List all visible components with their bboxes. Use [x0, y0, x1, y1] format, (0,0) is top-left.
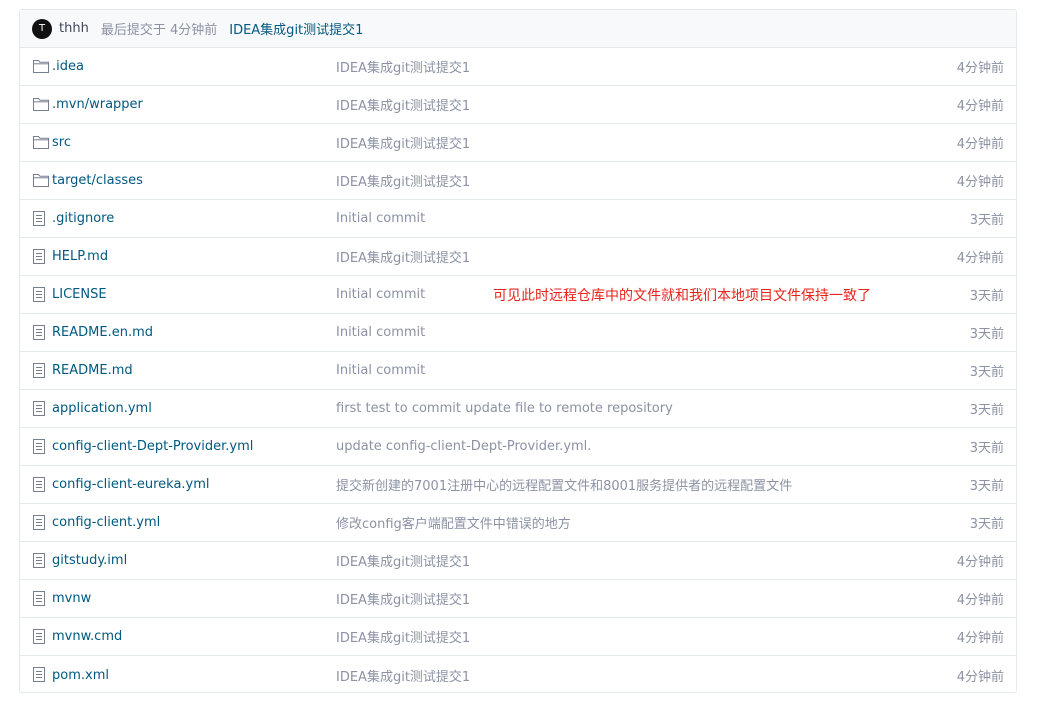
file-name-link[interactable]: pom.xml: [52, 668, 109, 683]
file-row: LICENSE Initial commit 3天前 可见此时远程仓库中的文件就…: [20, 276, 1016, 314]
file-commit-time: 4分钟前: [956, 175, 1004, 190]
file-row: .mvn/wrapper IDEA集成git测试提交1 4分钟前: [20, 86, 1016, 124]
file-name-link[interactable]: config-client.yml: [52, 515, 160, 530]
file-row: HELP.md IDEA集成git测试提交1 4分钟前: [20, 238, 1016, 276]
file-row: pom.xml IDEA集成git测试提交1 4分钟前: [20, 656, 1016, 694]
latest-commit-header: T thhh 最后提交于 4分钟前 IDEA集成git测试提交1: [20, 10, 1016, 48]
file-icon: [33, 325, 47, 340]
file-row: application.yml first test to commit upd…: [20, 390, 1016, 428]
file-name-link[interactable]: .idea: [52, 59, 84, 74]
file-commit-message[interactable]: Initial commit: [336, 287, 425, 302]
file-commit-message[interactable]: IDEA集成git测试提交1: [336, 551, 470, 570]
file-commit-time: 4分钟前: [956, 61, 1004, 76]
file-icon: [33, 477, 47, 492]
file-icon: [33, 249, 47, 264]
file-row: README.en.md Initial commit 3天前: [20, 314, 1016, 352]
file-commit-time: 4分钟前: [956, 669, 1004, 685]
file-name-link[interactable]: README.md: [52, 363, 133, 378]
file-name-link[interactable]: gitstudy.iml: [52, 553, 127, 568]
file-commit-message[interactable]: IDEA集成git测试提交1: [336, 247, 470, 266]
file-row: .gitignore Initial commit 3天前: [20, 200, 1016, 238]
file-commit-time: 3天前: [969, 403, 1004, 418]
file-icon: [33, 629, 47, 644]
file-name-link[interactable]: .mvn/wrapper: [52, 97, 143, 112]
folder-icon: [33, 59, 49, 74]
file-commit-time: 4分钟前: [956, 99, 1004, 114]
file-commit-message[interactable]: Initial commit: [336, 363, 425, 378]
file-row: README.md Initial commit 3天前: [20, 352, 1016, 390]
file-name-link[interactable]: mvnw.cmd: [52, 629, 122, 644]
file-commit-message[interactable]: 提交新创建的7001注册中心的远程配置文件和8001服务提供者的远程配置文件: [336, 475, 792, 494]
file-commit-message[interactable]: Initial commit: [336, 325, 425, 340]
file-name-link[interactable]: config-client-Dept-Provider.yml: [52, 439, 253, 454]
file-commit-message[interactable]: IDEA集成git测试提交1: [336, 171, 470, 190]
file-commit-time: 4分钟前: [956, 137, 1004, 152]
file-icon: [33, 363, 47, 378]
folder-icon: [33, 173, 49, 188]
latest-commit-message[interactable]: IDEA集成git测试提交1: [229, 19, 363, 38]
file-commit-message[interactable]: Initial commit: [336, 211, 425, 226]
file-row: src IDEA集成git测试提交1 4分钟前: [20, 124, 1016, 162]
file-icon: [33, 667, 47, 682]
file-name-link[interactable]: config-client-eureka.yml: [52, 477, 210, 492]
file-commit-message[interactable]: IDEA集成git测试提交1: [336, 133, 470, 152]
repository-file-browser: T thhh 最后提交于 4分钟前 IDEA集成git测试提交1 .idea I…: [19, 9, 1017, 693]
folder-icon: [33, 135, 49, 150]
file-list: .idea IDEA集成git测试提交1 4分钟前 .mvn/wrapper I…: [20, 48, 1016, 694]
file-commit-message[interactable]: 修改config客户端配置文件中错误的地方: [336, 513, 571, 532]
file-commit-time: 4分钟前: [956, 631, 1004, 646]
file-icon: [33, 591, 47, 606]
file-row: config-client.yml 修改config客户端配置文件中错误的地方 …: [20, 504, 1016, 542]
file-row: config-client-eureka.yml 提交新创建的7001注册中心的…: [20, 466, 1016, 504]
file-commit-time: 4分钟前: [956, 251, 1004, 266]
file-name-link[interactable]: target/classes: [52, 173, 143, 188]
file-icon: [33, 401, 47, 416]
file-commit-time: 3天前: [969, 289, 1004, 304]
file-row: target/classes IDEA集成git测试提交1 4分钟前: [20, 162, 1016, 200]
file-commit-time: 3天前: [969, 365, 1004, 380]
file-row: config-client-Dept-Provider.yml update c…: [20, 428, 1016, 466]
avatar[interactable]: T: [32, 18, 52, 39]
file-row: gitstudy.iml IDEA集成git测试提交1 4分钟前: [20, 542, 1016, 580]
file-name-link[interactable]: .gitignore: [52, 211, 114, 226]
file-commit-time: 3天前: [969, 517, 1004, 532]
file-commit-message[interactable]: IDEA集成git测试提交1: [336, 95, 470, 114]
file-commit-message[interactable]: IDEA集成git测试提交1: [336, 666, 470, 685]
file-commit-message[interactable]: update config-client-Dept-Provider.yml.: [336, 439, 591, 454]
file-name-link[interactable]: src: [52, 135, 71, 150]
file-name-link[interactable]: HELP.md: [52, 249, 108, 264]
file-commit-time: 4分钟前: [956, 593, 1004, 608]
commit-author[interactable]: thhh: [59, 21, 89, 36]
file-name-link[interactable]: LICENSE: [52, 287, 107, 302]
file-commit-time: 3天前: [969, 327, 1004, 342]
file-icon: [33, 211, 47, 226]
file-icon: [33, 287, 47, 302]
file-name-link[interactable]: README.en.md: [52, 325, 153, 340]
file-commit-time: 3天前: [969, 479, 1004, 494]
file-icon: [33, 439, 47, 454]
folder-icon: [33, 97, 49, 112]
file-row: .idea IDEA集成git测试提交1 4分钟前: [20, 48, 1016, 86]
file-commit-time: 3天前: [969, 441, 1004, 456]
file-icon: [33, 515, 47, 530]
last-commit-time: 最后提交于 4分钟前: [100, 23, 218, 38]
file-icon: [33, 553, 47, 568]
file-commit-message[interactable]: IDEA集成git测试提交1: [336, 589, 470, 608]
file-commit-message[interactable]: IDEA集成git测试提交1: [336, 627, 470, 646]
file-name-link[interactable]: mvnw: [52, 591, 91, 606]
file-row: mvnw.cmd IDEA集成git测试提交1 4分钟前: [20, 618, 1016, 656]
file-commit-time: 4分钟前: [956, 555, 1004, 570]
file-commit-time: 3天前: [969, 213, 1004, 228]
file-name-link[interactable]: application.yml: [52, 401, 152, 416]
file-commit-message[interactable]: IDEA集成git测试提交1: [336, 57, 470, 76]
file-row: mvnw IDEA集成git测试提交1 4分钟前: [20, 580, 1016, 618]
file-commit-message[interactable]: first test to commit update file to remo…: [336, 401, 673, 416]
annotation-note: 可见此时远程仓库中的文件就和我们本地项目文件保持一致了: [493, 287, 871, 304]
